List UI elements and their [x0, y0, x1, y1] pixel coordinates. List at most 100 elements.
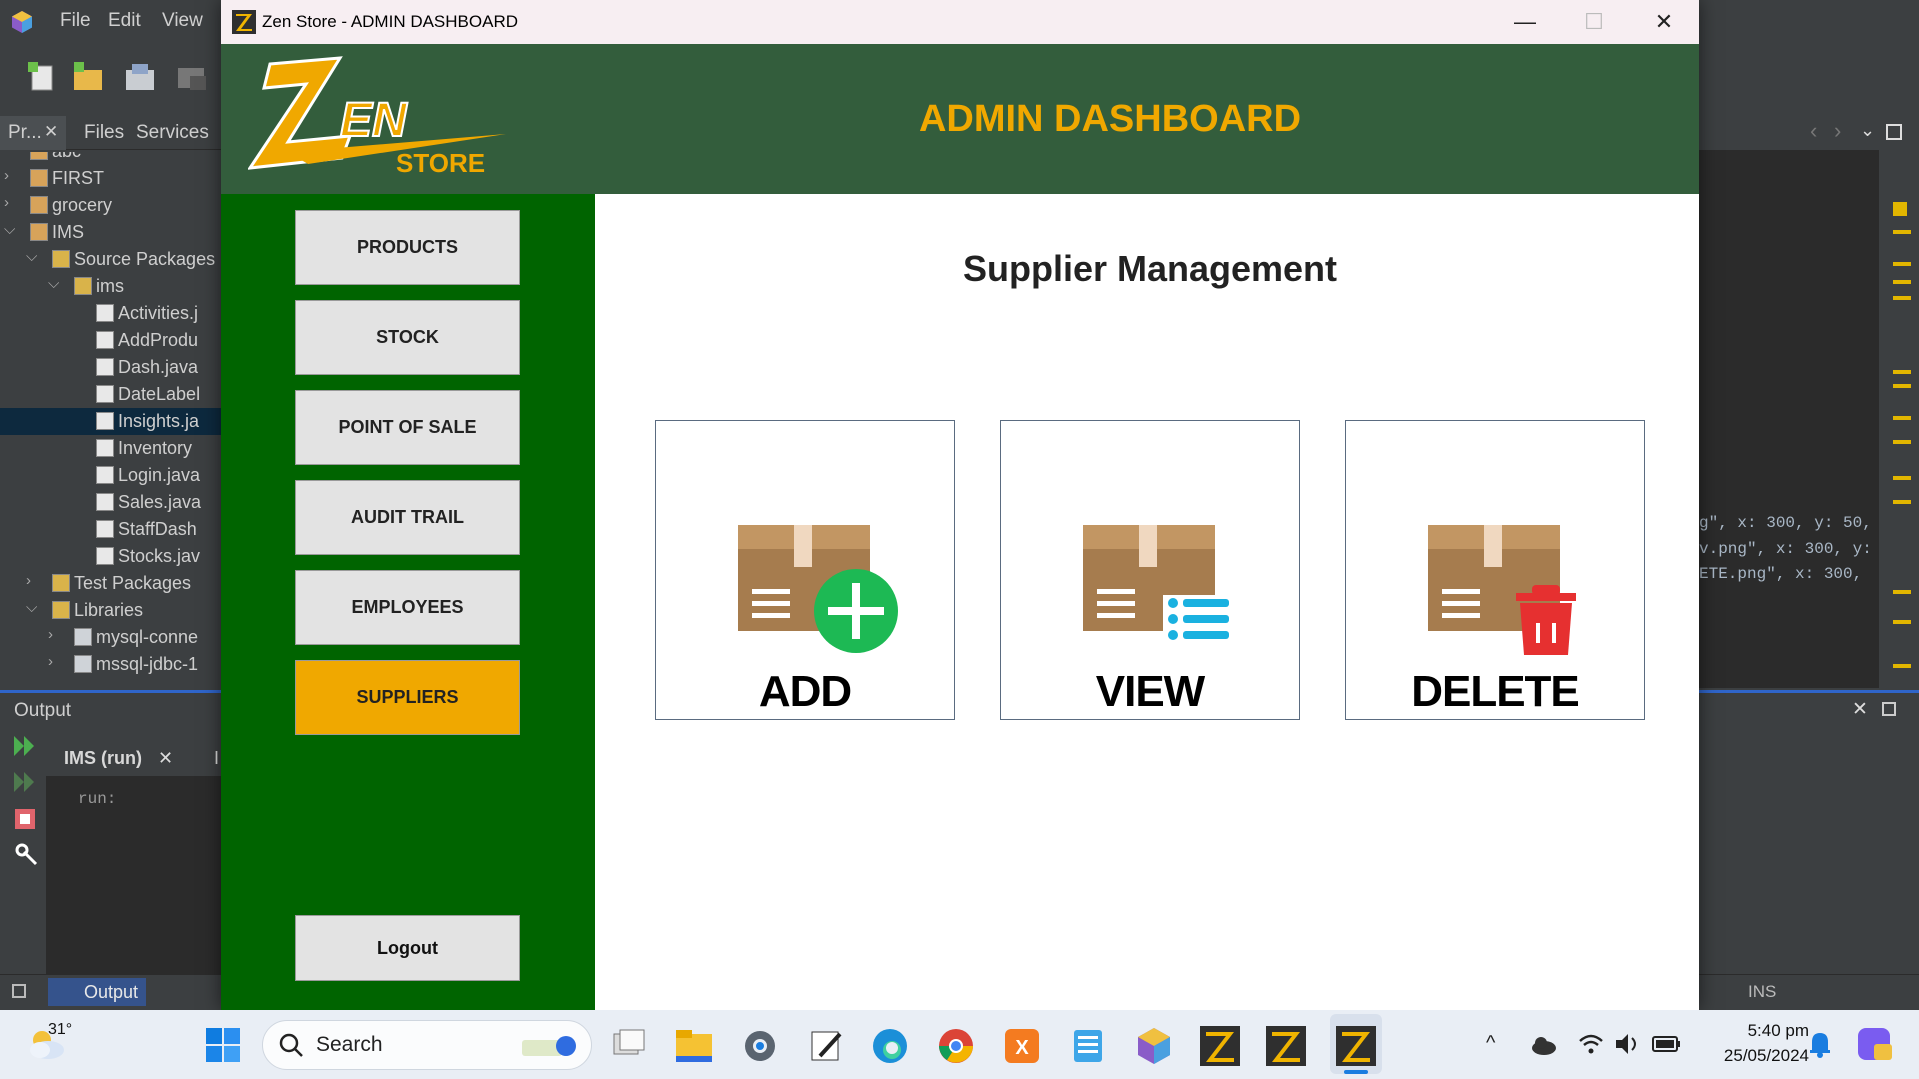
- chevron-right-icon[interactable]: ›: [4, 167, 9, 184]
- tree-item[interactable]: ⌵ Source Packages: [0, 246, 221, 273]
- tree-item[interactable]: Inventory: [0, 435, 221, 462]
- tree-item[interactable]: › FIRST: [0, 165, 221, 192]
- new-file-icon[interactable]: [26, 60, 58, 92]
- tree-item[interactable]: Sales.java: [0, 489, 221, 516]
- add-supplier-card[interactable]: ADD: [655, 420, 955, 720]
- tree-item[interactable]: › grocery: [0, 192, 221, 219]
- onedrive-cloud-icon[interactable]: [1530, 1034, 1558, 1056]
- stripe-mark[interactable]: [1893, 280, 1911, 284]
- notepad-pen-icon[interactable]: [806, 1026, 846, 1066]
- tree-item[interactable]: DateLabel: [0, 381, 221, 408]
- close-icon[interactable]: ✕: [44, 122, 58, 142]
- rerun-with-params-icon[interactable]: [12, 770, 36, 794]
- restore-icon[interactable]: [1882, 702, 1896, 716]
- nav-audit-trail-button[interactable]: AUDIT TRAIL: [295, 480, 520, 555]
- chevron-right-icon[interactable]: ›: [4, 194, 9, 211]
- chevron-up-icon[interactable]: ^: [1486, 1032, 1495, 1055]
- maximize-icon[interactable]: [1886, 124, 1902, 140]
- stripe-mark[interactable]: [1893, 620, 1911, 624]
- stripe-mark[interactable]: [1893, 664, 1911, 668]
- tree-item[interactable]: Dash.java: [0, 354, 221, 381]
- chevron-right-icon[interactable]: ›: [26, 572, 31, 589]
- nav-pos-button[interactable]: POINT OF SALE: [295, 390, 520, 465]
- notepad-icon[interactable]: [1068, 1026, 1108, 1066]
- tree-item[interactable]: ⌵ Libraries: [0, 597, 221, 624]
- notification-bell-icon[interactable]: [1808, 1030, 1832, 1058]
- tab-files[interactable]: Files: [84, 122, 124, 144]
- code-editor[interactable]: [1699, 150, 1879, 688]
- stripe-mark[interactable]: [1893, 296, 1911, 300]
- delete-supplier-card[interactable]: DELETE: [1345, 420, 1645, 720]
- tree-item[interactable]: › mysql-conne: [0, 624, 221, 651]
- nav-employees-button[interactable]: EMPLOYEES: [295, 570, 520, 645]
- file-explorer-icon[interactable]: [674, 1026, 714, 1066]
- tree-item[interactable]: ⌵ IMS: [0, 219, 221, 246]
- close-button[interactable]: ✕: [1630, 0, 1698, 44]
- settings-icon[interactable]: [740, 1026, 780, 1066]
- tree-item[interactable]: › mssql-jdbc-1: [0, 651, 221, 678]
- stripe-mark[interactable]: [1893, 440, 1911, 444]
- nav-products-button[interactable]: PRODUCTS: [295, 210, 520, 285]
- settings-tools-icon[interactable]: [14, 842, 38, 866]
- tree-item[interactable]: Activities.j: [0, 300, 221, 327]
- minimize-button[interactable]: —: [1491, 0, 1559, 44]
- clock-date[interactable]: 25/05/2024: [1700, 1046, 1809, 1066]
- stripe-mark[interactable]: [1893, 262, 1911, 266]
- task-view-icon[interactable]: [608, 1026, 648, 1066]
- menu-view[interactable]: View: [162, 10, 203, 32]
- chevron-down-icon[interactable]: ⌄: [1860, 120, 1875, 141]
- output-console[interactable]: [46, 776, 221, 974]
- zen-app-icon[interactable]: [1200, 1026, 1240, 1066]
- stripe-mark[interactable]: [1893, 590, 1911, 594]
- open-project-icon[interactable]: [124, 60, 156, 92]
- windows-start-icon[interactable]: [204, 1026, 242, 1064]
- tree-item[interactable]: StaffDash: [0, 516, 221, 543]
- tree-item[interactable]: Stocks.jav: [0, 543, 221, 570]
- new-project-icon[interactable]: [72, 60, 104, 92]
- chrome-browser-icon[interactable]: [936, 1026, 976, 1066]
- edge-browser-icon[interactable]: [870, 1026, 910, 1066]
- close-icon[interactable]: ✕: [1852, 698, 1868, 721]
- chevron-right-icon[interactable]: ›: [1834, 118, 1841, 144]
- chevron-right-icon[interactable]: ›: [48, 653, 53, 670]
- netbeans-icon[interactable]: [1134, 1026, 1174, 1066]
- tab-services[interactable]: Services: [136, 122, 209, 144]
- stripe-mark[interactable]: [1893, 476, 1911, 480]
- zen-app-icon[interactable]: [1266, 1026, 1306, 1066]
- battery-icon[interactable]: [1652, 1034, 1682, 1054]
- tree-item[interactable]: Insights.ja: [0, 408, 221, 435]
- stripe-mark[interactable]: [1893, 416, 1911, 420]
- view-supplier-card[interactable]: VIEW: [1000, 420, 1300, 720]
- chevron-down-icon[interactable]: ⌵: [48, 275, 59, 292]
- stripe-mark[interactable]: [1893, 500, 1911, 504]
- stripe-mark[interactable]: [1893, 230, 1911, 234]
- chevron-right-icon[interactable]: ›: [48, 626, 53, 643]
- volume-icon[interactable]: [1614, 1032, 1642, 1056]
- zen-app-icon[interactable]: [1336, 1026, 1376, 1066]
- copilot-icon[interactable]: [1854, 1024, 1894, 1064]
- chevron-down-icon[interactable]: ⌵: [4, 221, 15, 238]
- chevron-down-icon[interactable]: ⌵: [26, 248, 37, 265]
- tree-item[interactable]: Login.java: [0, 462, 221, 489]
- xampp-icon[interactable]: X: [1002, 1026, 1042, 1066]
- chevron-left-icon[interactable]: ‹: [1810, 118, 1817, 144]
- stripe-mark[interactable]: [1893, 370, 1911, 374]
- wifi-icon[interactable]: [1578, 1032, 1604, 1056]
- maximize-button[interactable]: ☐: [1560, 0, 1628, 44]
- nav-stock-button[interactable]: STOCK: [295, 300, 520, 375]
- chevron-down-icon[interactable]: ⌵: [26, 599, 37, 616]
- stripe-mark[interactable]: [1893, 384, 1911, 388]
- nav-suppliers-button[interactable]: SUPPLIERS: [295, 660, 520, 735]
- close-project-icon[interactable]: [176, 60, 208, 92]
- clock-time[interactable]: 5:40 pm: [1713, 1021, 1809, 1041]
- logout-button[interactable]: Logout: [295, 915, 520, 981]
- window-restore-icon[interactable]: [12, 984, 26, 998]
- stop-icon[interactable]: [14, 808, 36, 830]
- rerun-icon[interactable]: [12, 734, 36, 758]
- tree-item[interactable]: ⌵ ims: [0, 273, 221, 300]
- close-icon[interactable]: ✕: [158, 748, 173, 769]
- tree-item[interactable]: › abc: [0, 152, 221, 165]
- menu-file[interactable]: File: [60, 10, 91, 32]
- menu-edit[interactable]: Edit: [108, 10, 141, 32]
- tree-item[interactable]: › Test Packages: [0, 570, 221, 597]
